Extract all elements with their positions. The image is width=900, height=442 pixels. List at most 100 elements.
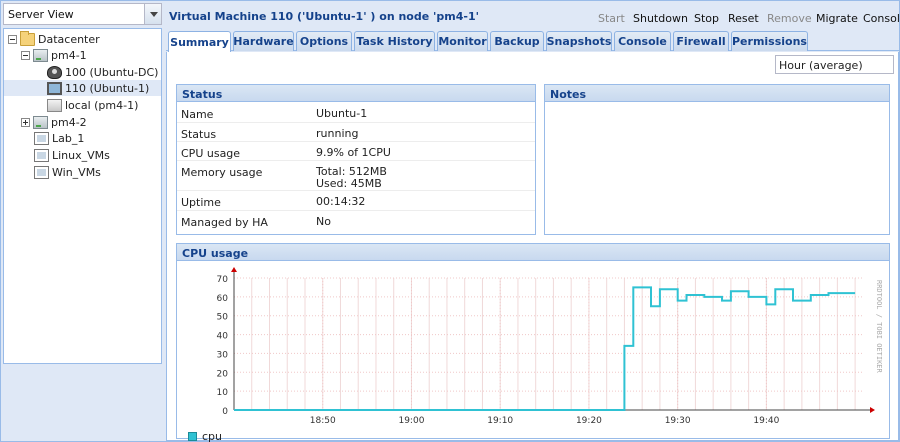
status-value: Ubuntu-1	[316, 107, 368, 120]
tab-monitor[interactable]: Monitor	[437, 31, 488, 51]
status-panel: Status Name Ubuntu-1 Status running CPU …	[176, 84, 536, 235]
y-tick-label: 70	[217, 275, 229, 285]
y-axis-arrow	[231, 267, 237, 272]
tab-backup[interactable]: Backup	[490, 31, 544, 51]
legend-swatch	[188, 432, 197, 441]
tree-node-pm4-2[interactable]: pm4-2	[21, 114, 87, 130]
app-window: Server View Datacenter pm4-1 100 (Ubuntu…	[0, 0, 900, 442]
tree-node-label: Win_VMs	[52, 165, 101, 179]
cpu-usage-panel: CPU usage 0 10 20 30 40 50 60 70 18:50 19:00 19:10…	[176, 243, 890, 439]
expand-icon[interactable]	[21, 117, 30, 127]
tree-node-pool-lab-1[interactable]: Lab_1	[34, 130, 84, 146]
monitor-icon	[47, 81, 62, 95]
tree-node-pm4-1[interactable]: pm4-1	[21, 47, 87, 63]
server-icon	[33, 115, 48, 129]
view-selector-value: Server View	[8, 8, 74, 21]
y-tick-label: 10	[217, 388, 229, 398]
reset-button[interactable]: Reset	[728, 12, 759, 25]
chevron-down-icon[interactable]	[144, 4, 161, 24]
status-row: CPU usage 9.9% of 1CPU	[177, 141, 535, 160]
y-tick-label: 40	[217, 332, 229, 342]
y-tick-label: 0	[222, 407, 228, 417]
tree-node-pool-win-vms[interactable]: Win_VMs	[34, 164, 101, 180]
vm-toolbar: Virtual Machine 110 ('Ubuntu-1' ) on nod…	[166, 3, 900, 29]
console-button[interactable]: Console	[863, 12, 900, 25]
status-key: Memory usage	[181, 166, 263, 179]
storage-icon	[47, 98, 62, 112]
notes-panel[interactable]: Notes	[544, 84, 890, 235]
status-panel-title: Status	[177, 85, 535, 102]
collapse-icon[interactable]	[21, 50, 30, 60]
status-value: 9.9% of 1CPU	[316, 146, 391, 159]
tab-bar: Summary Hardware Options Task History Mo…	[166, 29, 899, 52]
x-axis-arrow	[870, 407, 875, 413]
status-key: Uptime	[181, 196, 221, 209]
resource-tree-panel: Server View Datacenter pm4-1 100 (Ubuntu…	[3, 3, 163, 364]
tab-permissions[interactable]: Permissions	[731, 31, 808, 51]
tree-node-label: local (pm4-1)	[65, 98, 139, 112]
x-tick-label: 19:40	[753, 416, 779, 426]
notes-panel-title: Notes	[545, 85, 889, 102]
tab-snapshots[interactable]: Snapshots	[546, 31, 612, 51]
tree-node-pool-linux-vms[interactable]: Linux_VMs	[34, 147, 110, 163]
tree-node-storage-local[interactable]: local (pm4-1)	[47, 97, 138, 113]
view-selector[interactable]: Server View	[3, 3, 162, 25]
summary-content: Hour (average) Status Name Ubuntu-1 Stat…	[166, 52, 899, 441]
cpu-panel-title: CPU usage	[177, 244, 889, 261]
status-row: Status running	[177, 122, 535, 141]
page-title: Virtual Machine 110 ('Ubuntu-1' ) on nod…	[169, 10, 479, 23]
chart-legend: cpu	[188, 430, 222, 442]
collapse-icon[interactable]	[8, 34, 17, 44]
folder-icon	[20, 30, 35, 46]
x-tick-label: 19:00	[398, 416, 424, 426]
x-tick-label: 19:30	[665, 416, 691, 426]
status-key: Managed by HA	[181, 216, 268, 229]
status-value: 00:14:32	[316, 195, 366, 208]
status-row: Uptime 00:14:32	[177, 190, 535, 210]
tab-task-history[interactable]: Task History	[354, 31, 435, 51]
migrate-button[interactable]: Migrate	[816, 12, 858, 25]
tree-node-label: Linux_VMs	[52, 148, 110, 162]
status-value: No	[316, 215, 331, 228]
pool-icon	[34, 148, 49, 162]
stop-button[interactable]: Stop	[694, 12, 719, 25]
pool-icon	[34, 131, 49, 145]
timeframe-select[interactable]: Hour (average)	[775, 55, 894, 74]
vm-icon	[47, 65, 62, 79]
x-tick-label: 19:10	[487, 416, 513, 426]
main-panel: Virtual Machine 110 ('Ubuntu-1' ) on nod…	[166, 3, 900, 442]
tab-console[interactable]: Console	[614, 31, 671, 51]
x-tick-label: 18:50	[310, 416, 336, 426]
tab-hardware[interactable]: Hardware	[233, 31, 294, 51]
tab-summary[interactable]: Summary	[168, 31, 231, 52]
cpu-usage-chart: 0 10 20 30 40 50 60 70 18:50 19:00 19:10 19:20 19:30…	[217, 267, 883, 426]
pool-icon	[34, 165, 49, 179]
status-row: Memory usage Total: 512MB Used: 45MB	[177, 160, 535, 190]
status-row: Name Ubuntu-1	[177, 103, 535, 122]
tab-firewall[interactable]: Firewall	[673, 31, 729, 51]
tree-node-vm-100[interactable]: 100 (Ubuntu-DC)	[47, 64, 158, 80]
rrdtool-watermark: RRDTOOL / TOBI OETIKER	[875, 280, 883, 374]
y-tick-label: 30	[217, 350, 229, 360]
tab-options[interactable]: Options	[296, 31, 352, 51]
tree-node-label: 100 (Ubuntu-DC)	[65, 65, 159, 79]
start-button[interactable]: Start	[598, 12, 625, 25]
tree-node-vm-110[interactable]: 110 (Ubuntu-1)	[4, 80, 161, 96]
tree-node-datacenter[interactable]: Datacenter	[8, 30, 100, 47]
shutdown-button[interactable]: Shutdown	[633, 12, 688, 25]
timeframe-value: Hour (average)	[779, 59, 863, 72]
tree-node-label: pm4-1	[51, 48, 87, 62]
y-tick-label: 50	[217, 313, 229, 323]
y-tick-label: 60	[217, 294, 229, 304]
status-row: Managed by HA No	[177, 210, 535, 230]
server-icon	[33, 48, 48, 62]
remove-button[interactable]: Remove	[767, 12, 812, 25]
legend-label-cpu: cpu	[202, 430, 223, 442]
tree-node-label: pm4-2	[51, 115, 87, 129]
status-key: CPU usage	[181, 147, 241, 160]
tree-node-label: Lab_1	[52, 131, 85, 145]
status-value: running	[316, 127, 359, 140]
status-value: Total: 512MB Used: 45MB	[316, 165, 387, 190]
x-tick-label: 19:20	[576, 416, 602, 426]
resource-tree: Datacenter pm4-1 100 (Ubuntu-DC) 110 (Ub…	[3, 28, 162, 364]
